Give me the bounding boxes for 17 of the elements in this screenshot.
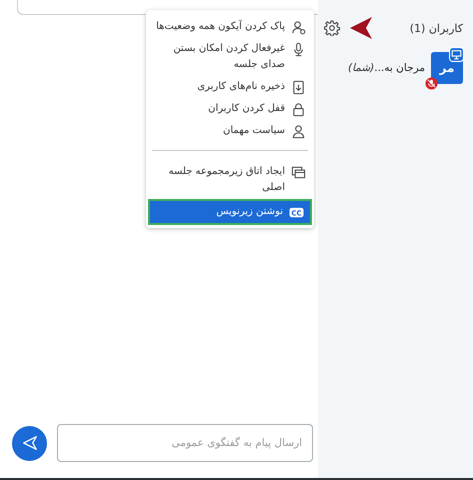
lock-icon: [291, 102, 306, 117]
menu-item[interactable]: قفل کردن کاربران: [146, 98, 314, 120]
menu-item[interactable]: ایجاد اتاق زیرمجموعه جلسه اصلی: [146, 161, 314, 199]
user-item[interactable]: مر مرجان به...(شما): [324, 52, 463, 84]
user-icon: [291, 124, 306, 139]
chevron-icon[interactable]: [348, 16, 374, 40]
send-button[interactable]: [12, 426, 47, 460]
menu-item[interactable]: سیاست مهمان: [146, 120, 314, 142]
send-icon: [20, 434, 38, 452]
menu-item[interactable]: ذخیره نام‌های کاربری: [146, 76, 314, 98]
menu-item[interactable]: پاک کردن آیکون همه وضعیت‌ها: [146, 16, 314, 38]
windows-icon: [291, 165, 306, 180]
settings-icon[interactable]: [324, 20, 340, 36]
menu-item[interactable]: غیرفعال کردن امکان بستن صدای جلسه: [146, 38, 314, 76]
users-heading: کاربران (1): [410, 22, 463, 34]
user-name: مرجان به...(شما): [348, 62, 425, 74]
download-icon: [291, 80, 306, 95]
